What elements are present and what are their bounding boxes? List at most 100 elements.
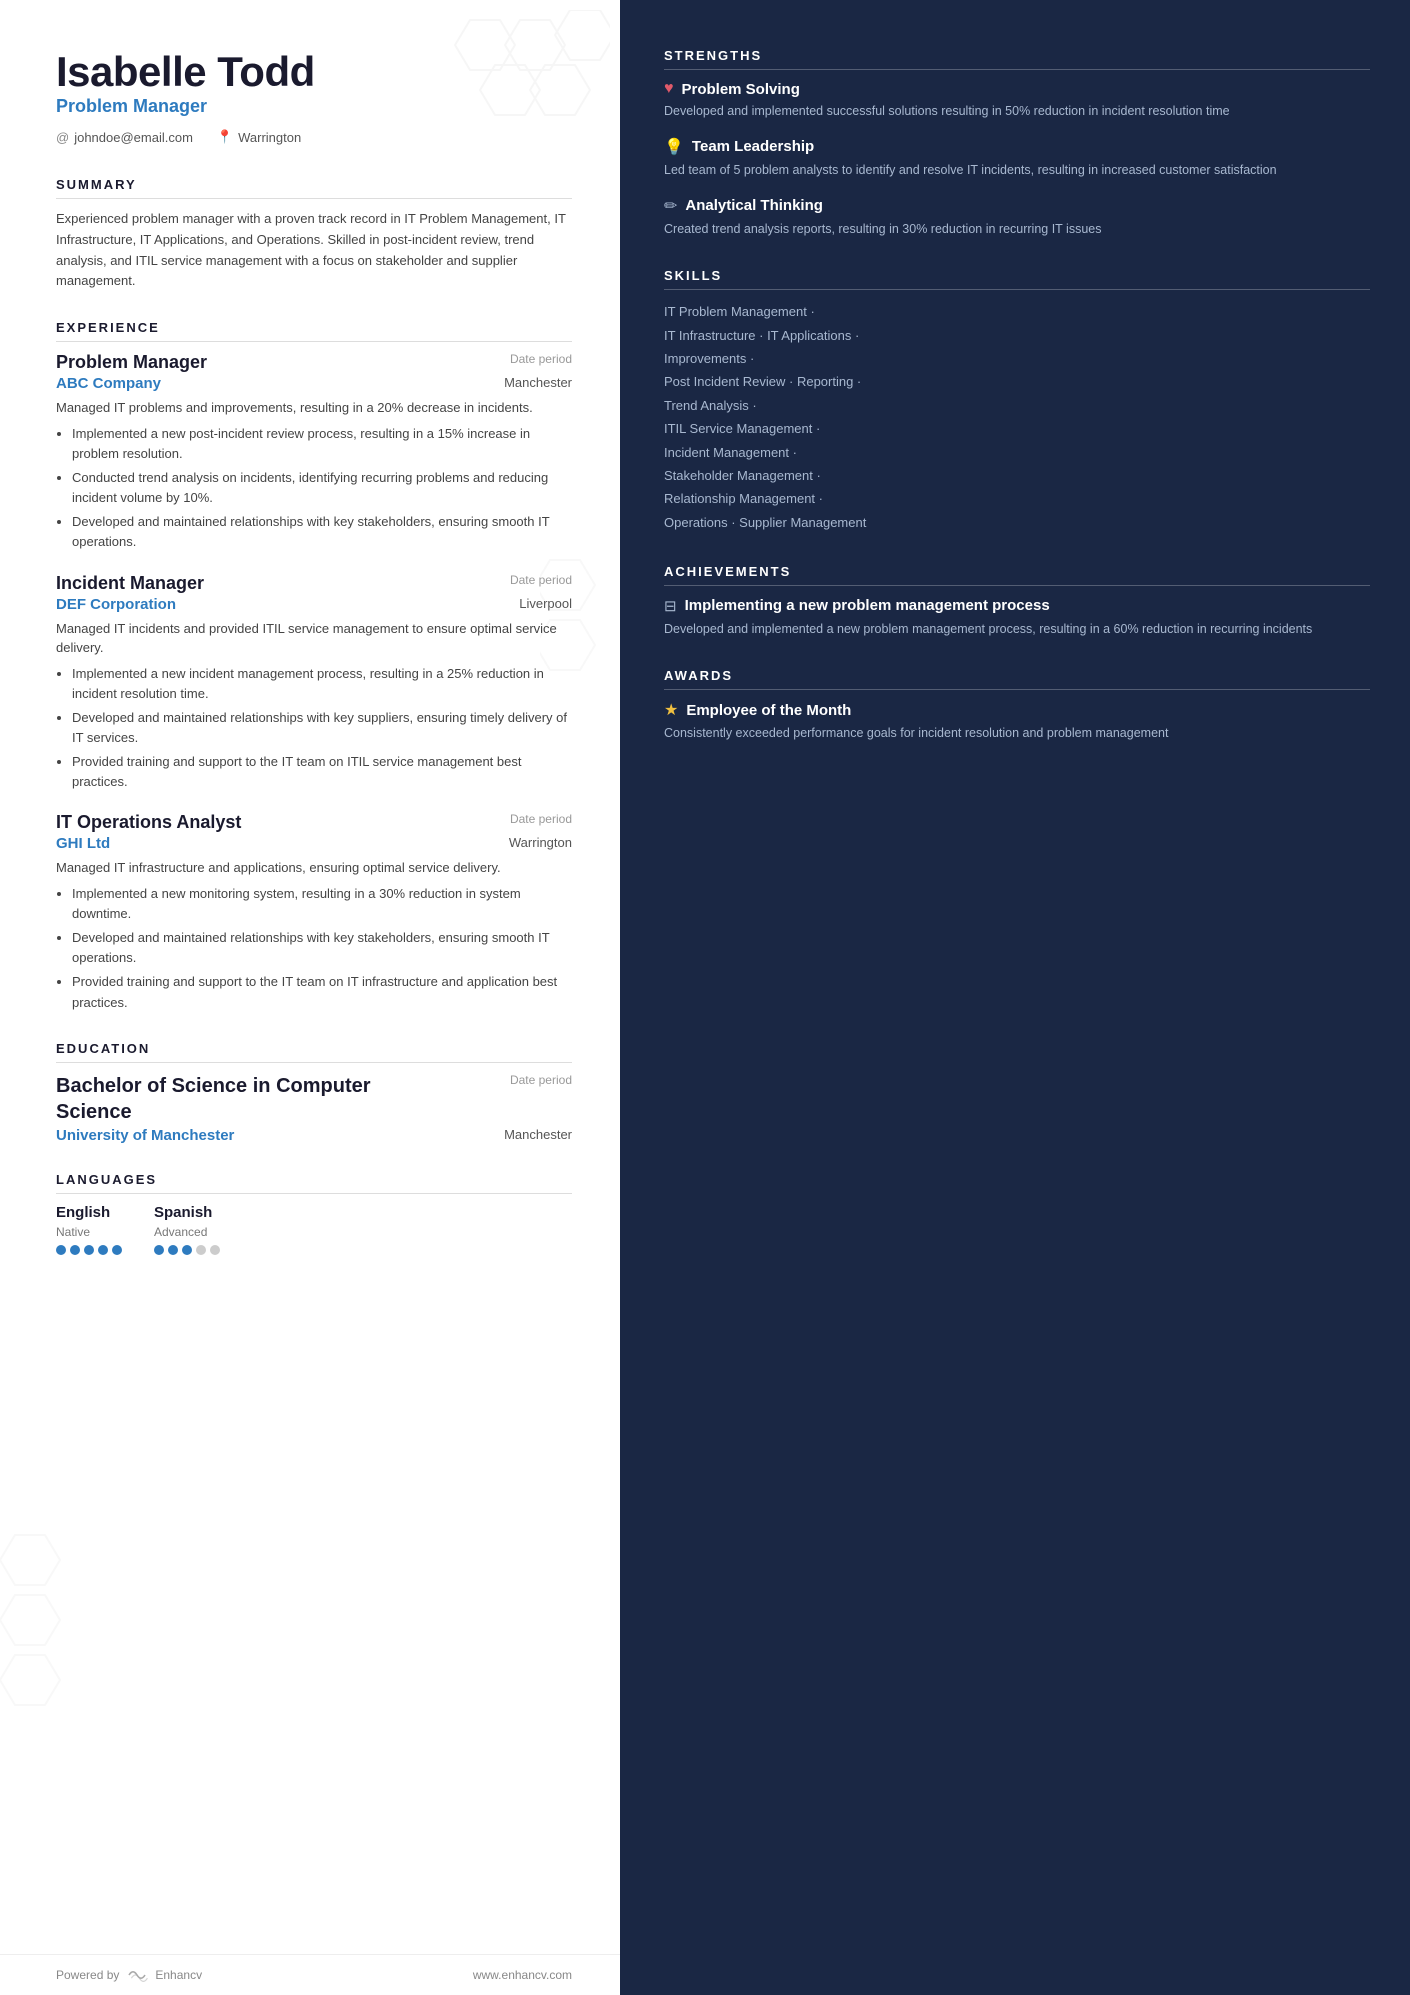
lang-level-0: Native: [56, 1225, 122, 1239]
languages-row: English Native Spanish Advanced: [56, 1204, 572, 1255]
right-column: STRENGTHS ♥ Problem Solving Developed an…: [620, 0, 1410, 1995]
job-2-header: Incident Manager Date period: [56, 573, 572, 594]
job-2: Incident Manager Date period DEF Corpora…: [56, 573, 572, 793]
footer-bar: Powered by Enhancv www.enhancv.com: [0, 1954, 620, 1995]
job-1-bullets: Implemented a new post-incident review p…: [56, 424, 572, 553]
star-icon: ★: [664, 700, 678, 720]
location-icon: 📍: [217, 129, 233, 145]
strength-1-desc: Developed and implemented successful sol…: [664, 102, 1370, 121]
footer-website: www.enhancv.com: [473, 1968, 572, 1982]
job-2-bullet-2: Developed and maintained relationships w…: [72, 708, 572, 748]
education-section: EDUCATION Bachelor of Science in Compute…: [56, 1041, 572, 1144]
experience-heading: EXPERIENCE: [56, 320, 572, 342]
brand-name: Enhancv: [155, 1968, 202, 1982]
awards-heading: AWARDS: [664, 668, 1370, 690]
strengths-heading: STRENGTHS: [664, 48, 1370, 70]
skill-line-4: Trend Analysis ·: [664, 394, 1370, 417]
strength-2-desc: Led team of 5 problem analysts to identi…: [664, 161, 1370, 180]
job-2-bullet-1: Implemented a new incident management pr…: [72, 664, 572, 704]
strength-1-header: ♥ Problem Solving: [664, 80, 1370, 98]
left-column: Isabelle Todd Problem Manager @ johndoe@…: [0, 0, 620, 1995]
strength-1-name: Problem Solving: [682, 81, 800, 98]
lang-dot-1-3: [196, 1245, 206, 1255]
skill-line-5: ITIL Service Management ·: [664, 417, 1370, 440]
job-1-header: Problem Manager Date period: [56, 352, 572, 373]
achievement-icon: ⊟: [664, 597, 677, 615]
lang-item-0: English Native: [56, 1204, 122, 1255]
lang-dots-1: [154, 1245, 220, 1255]
award-1-header: ★ Employee of the Month: [664, 700, 1370, 720]
lang-dot-0-1: [70, 1245, 80, 1255]
awards-section: AWARDS ★ Employee of the Month Consisten…: [664, 668, 1370, 743]
lang-dot-1-0: [154, 1245, 164, 1255]
award-1-name: Employee of the Month: [686, 702, 851, 719]
location-value: Warrington: [238, 130, 301, 145]
strength-3-desc: Created trend analysis reports, resultin…: [664, 220, 1370, 239]
edu-school-line: University of Manchester Manchester: [56, 1127, 572, 1144]
job-1-location: Manchester: [504, 375, 572, 392]
enhancv-logo-icon: [125, 1967, 149, 1983]
edu-school: University of Manchester: [56, 1127, 234, 1144]
lang-level-1: Advanced: [154, 1225, 220, 1239]
job-3-bullet-1: Implemented a new monitoring system, res…: [72, 884, 572, 924]
skill-line-2: Improvements ·: [664, 347, 1370, 370]
job-3: IT Operations Analyst Date period GHI Lt…: [56, 812, 572, 1012]
lang-item-1: Spanish Advanced: [154, 1204, 220, 1255]
skills-section: SKILLS IT Problem Management ·IT Infrast…: [664, 268, 1370, 534]
job-1: Problem Manager Date period ABC Company …: [56, 352, 572, 552]
skill-line-8: Relationship Management ·: [664, 487, 1370, 510]
job-1-title: Problem Manager: [56, 352, 207, 373]
skill-line-3: Post Incident Review · Reporting ·: [664, 370, 1370, 393]
strength-1: ♥ Problem Solving Developed and implemen…: [664, 80, 1370, 121]
job-1-company: ABC Company: [56, 375, 161, 392]
contact-line: @ johndoe@email.com 📍 Warrington: [56, 129, 572, 145]
email-value: johndoe@email.com: [74, 130, 193, 145]
email-item: @ johndoe@email.com: [56, 129, 193, 145]
achievement-1-header: ⊟ Implementing a new problem management …: [664, 596, 1370, 616]
strength-3-name: Analytical Thinking: [685, 197, 823, 214]
job-3-summary: Managed IT infrastructure and applicatio…: [56, 858, 572, 878]
skill-line-6: Incident Management ·: [664, 441, 1370, 464]
strength-2: 💡 Team Leadership Led team of 5 problem …: [664, 137, 1370, 180]
job-1-summary: Managed IT problems and improvements, re…: [56, 398, 572, 418]
job-3-date: Date period: [510, 812, 572, 826]
job-2-title: Incident Manager: [56, 573, 204, 594]
summary-text: Experienced problem manager with a prove…: [56, 209, 572, 292]
skill-line-1: IT Infrastructure · IT Applications ·: [664, 324, 1370, 347]
lang-name-1: Spanish: [154, 1204, 220, 1221]
person-name: Isabelle Todd: [56, 48, 572, 96]
achievement-1-desc: Developed and implemented a new problem …: [664, 620, 1370, 639]
summary-heading: SUMMARY: [56, 177, 572, 199]
job-2-company-line: DEF Corporation Liverpool: [56, 596, 572, 613]
pencil-icon: ✏: [664, 196, 677, 216]
heart-icon: ♥: [664, 80, 674, 98]
job-1-date: Date period: [510, 352, 572, 366]
lang-dot-1-1: [168, 1245, 178, 1255]
achievement-1-name: Implementing a new problem management pr…: [685, 596, 1050, 616]
job-1-bullet-2: Conducted trend analysis on incidents, i…: [72, 468, 572, 508]
lang-dot-0-4: [112, 1245, 122, 1255]
location-item: 📍 Warrington: [217, 129, 301, 145]
strength-2-name: Team Leadership: [692, 138, 814, 155]
experience-section: EXPERIENCE Problem Manager Date period A…: [56, 320, 572, 1013]
job-1-company-line: ABC Company Manchester: [56, 375, 572, 392]
job-3-company: GHI Ltd: [56, 835, 110, 852]
award-1-desc: Consistently exceeded performance goals …: [664, 724, 1370, 743]
job-3-bullet-3: Provided training and support to the IT …: [72, 972, 572, 1012]
achievements-section: ACHIEVEMENTS ⊟ Implementing a new proble…: [664, 564, 1370, 638]
job-3-bullet-2: Developed and maintained relationships w…: [72, 928, 572, 968]
footer-logo: Powered by Enhancv: [56, 1967, 202, 1983]
skill-line-9: Operations · Supplier Management: [664, 511, 1370, 534]
job-2-company: DEF Corporation: [56, 596, 176, 613]
skill-line-0: IT Problem Management ·: [664, 300, 1370, 323]
strength-3-header: ✏ Analytical Thinking: [664, 196, 1370, 216]
job-1-bullet-3: Developed and maintained relationships w…: [72, 512, 572, 552]
job-2-summary: Managed IT incidents and provided ITIL s…: [56, 619, 572, 658]
languages-section: LANGUAGES EnglishNativeSpanishAdvanced: [56, 1172, 572, 1255]
skill-line-7: Stakeholder Management ·: [664, 464, 1370, 487]
lang-name-0: English: [56, 1204, 122, 1221]
lang-dot-0-3: [98, 1245, 108, 1255]
email-icon: @: [56, 130, 69, 145]
skills-list: IT Problem Management ·IT Infrastructure…: [664, 300, 1370, 534]
powered-by-text: Powered by: [56, 1968, 119, 1982]
